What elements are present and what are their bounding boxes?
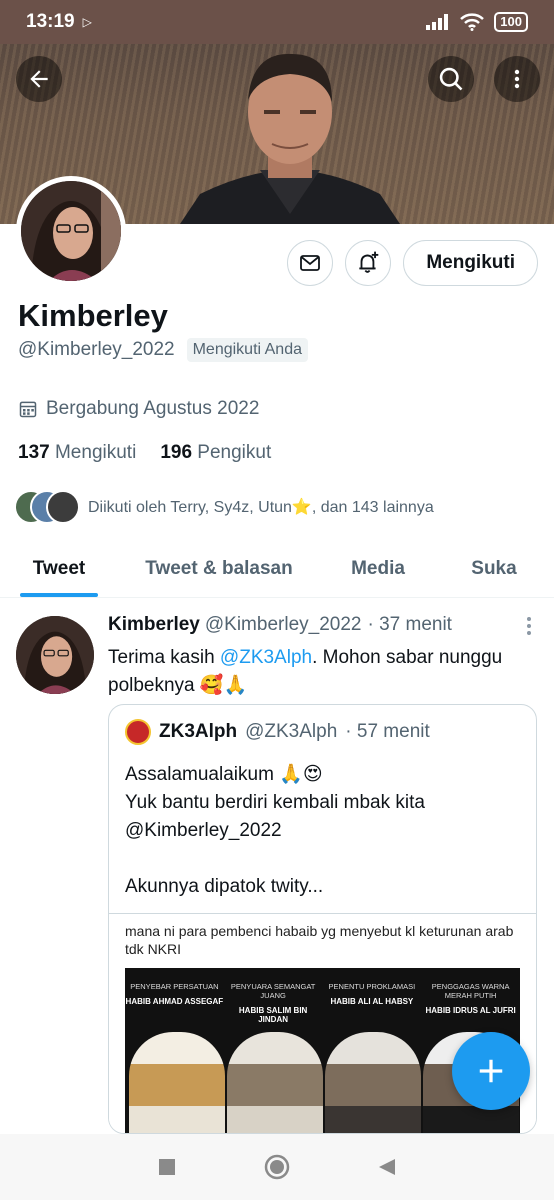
tweet-header: Kimberley @Kimberley_2022 · 37 menit bbox=[108, 614, 528, 636]
tweet-text-part: Terima kasih bbox=[108, 647, 220, 668]
tab-label: Tweet & balasan bbox=[145, 557, 293, 579]
following-stat[interactable]: 137 Mengikuti bbox=[18, 442, 136, 464]
more-vertical-icon bbox=[514, 69, 520, 89]
followers-label: Pengikut bbox=[197, 442, 272, 463]
handle-row: @Kimberley_2022 Mengikuti Anda bbox=[18, 338, 308, 362]
back-arrow-icon bbox=[30, 70, 48, 88]
follows-you-badge: Mengikuti Anda bbox=[186, 338, 308, 362]
status-time: 13:19 bbox=[26, 11, 75, 32]
joined-date: Bergabung Agustus 2022 bbox=[18, 398, 259, 420]
plus-icon bbox=[479, 1059, 503, 1083]
quote-header: ZK3Alph @ZK3Alph · 57 menit bbox=[125, 719, 430, 745]
tweet-handle: @Kimberley_2022 bbox=[204, 614, 362, 635]
compose-tweet-button[interactable] bbox=[452, 1032, 530, 1110]
portrait-2 bbox=[227, 1032, 323, 1133]
profile-handle: @Kimberley_2022 bbox=[18, 339, 175, 360]
more-options-button[interactable] bbox=[494, 56, 540, 102]
tab-label: Suka bbox=[471, 557, 517, 579]
system-nav-bar bbox=[0, 1134, 554, 1200]
follower-avatars bbox=[14, 490, 80, 524]
profile-name: Kimberley bbox=[18, 298, 168, 333]
avatar-photo bbox=[16, 616, 94, 694]
back-button[interactable] bbox=[16, 56, 62, 102]
portrait-1 bbox=[129, 1032, 225, 1133]
wifi-icon bbox=[460, 13, 485, 31]
status-bar: 13:19 ▷ 100 bbox=[0, 0, 554, 44]
quote-line bbox=[125, 845, 525, 873]
avatar-photo bbox=[21, 181, 121, 281]
image-caption: mana ni para pembenci habaib yg menyebut… bbox=[125, 923, 514, 957]
tweet-time: · 37 menit bbox=[367, 614, 452, 635]
quote-line: Yuk bantu berdiri kembali mbak kita bbox=[125, 792, 425, 813]
tweet-more-icon[interactable] bbox=[526, 616, 532, 636]
quote-avatar bbox=[125, 719, 151, 745]
quote-handle: @ZK3Alph bbox=[245, 721, 338, 742]
search-icon bbox=[439, 67, 463, 91]
search-button[interactable] bbox=[428, 56, 474, 102]
following-button[interactable]: Mengikuti bbox=[403, 240, 538, 286]
nav-recents-icon[interactable] bbox=[157, 1157, 177, 1177]
photo-label: PENENTU PROKLAMASI HABIB ALI AL HABSY bbox=[328, 982, 416, 1006]
follower-avatar bbox=[46, 490, 80, 524]
battery-indicator: 100 bbox=[494, 12, 528, 32]
followers-count: 196 bbox=[160, 442, 193, 463]
quote-author: ZK3Alph bbox=[159, 721, 238, 742]
photo-label: PENYEBAR PERSATUAN HABIB AHMAD ASSEGAF bbox=[125, 982, 224, 1006]
calendar-icon bbox=[19, 401, 37, 418]
quote-time: · 57 menit bbox=[345, 721, 430, 742]
followers-stat[interactable]: 196 Pengikut bbox=[160, 442, 271, 464]
quote-text: Assalamualaikum 🙏😍 Yuk bantu berdiri kem… bbox=[125, 761, 525, 901]
photo-label: PENGGAGAS WARNA MERAH PUTIH HABIB IDRUS A… bbox=[425, 982, 516, 1015]
tab-label: Media bbox=[351, 557, 405, 579]
tab-tweets-replies[interactable]: Tweet & balasan bbox=[136, 540, 302, 597]
tab-label: Tweet bbox=[32, 557, 86, 579]
tweet-avatar[interactable] bbox=[16, 616, 94, 694]
quote-line: Assalamualaikum 🙏😍 bbox=[125, 764, 323, 785]
mail-icon bbox=[300, 255, 321, 271]
tweet-mention[interactable]: @ZK3Alph bbox=[220, 647, 312, 668]
photo-label: PENYUARA SEMANGAT JUANG HABIB SALIM BIN J… bbox=[230, 982, 316, 1024]
followed-by[interactable]: Diikuti oleh Terry, Sy4z, Utun⭐, dan 143… bbox=[14, 490, 434, 524]
following-label: Mengikuti bbox=[54, 442, 137, 463]
profile-tabs: Tweet Tweet & balasan Media Suka bbox=[0, 540, 554, 598]
following-count: 137 bbox=[18, 442, 50, 463]
profile-avatar[interactable] bbox=[16, 176, 126, 286]
quote-line: @Kimberley_2022 bbox=[125, 820, 282, 841]
message-button[interactable] bbox=[287, 240, 334, 286]
quote-line: Akunnya dipatok twity... bbox=[125, 876, 324, 897]
bell-plus-icon bbox=[359, 251, 379, 273]
follow-stats: 137 Mengikuti 196 Pengikut bbox=[18, 442, 271, 464]
nav-home-icon[interactable] bbox=[263, 1153, 291, 1181]
followed-by-text: Diikuti oleh Terry, Sy4z, Utun⭐, dan 143… bbox=[88, 499, 434, 516]
joined-text: Bergabung Agustus 2022 bbox=[46, 398, 260, 419]
tweet-text: Terima kasih @ZK3Alph. Mohon sabar nungg… bbox=[108, 644, 538, 700]
portrait-3 bbox=[325, 1032, 421, 1133]
banner-portrait bbox=[180, 53, 400, 224]
notifications-button[interactable] bbox=[345, 240, 392, 286]
tab-tweets[interactable]: Tweet bbox=[20, 540, 98, 597]
tweet-author[interactable]: Kimberley bbox=[108, 614, 200, 636]
signal-icon bbox=[426, 14, 449, 30]
tab-likes[interactable]: Suka bbox=[468, 540, 520, 597]
nav-back-icon[interactable] bbox=[377, 1157, 397, 1177]
profile-actions: Mengikuti bbox=[287, 240, 538, 286]
play-indicator-icon: ▷ bbox=[82, 15, 92, 29]
tab-media[interactable]: Media bbox=[344, 540, 412, 597]
